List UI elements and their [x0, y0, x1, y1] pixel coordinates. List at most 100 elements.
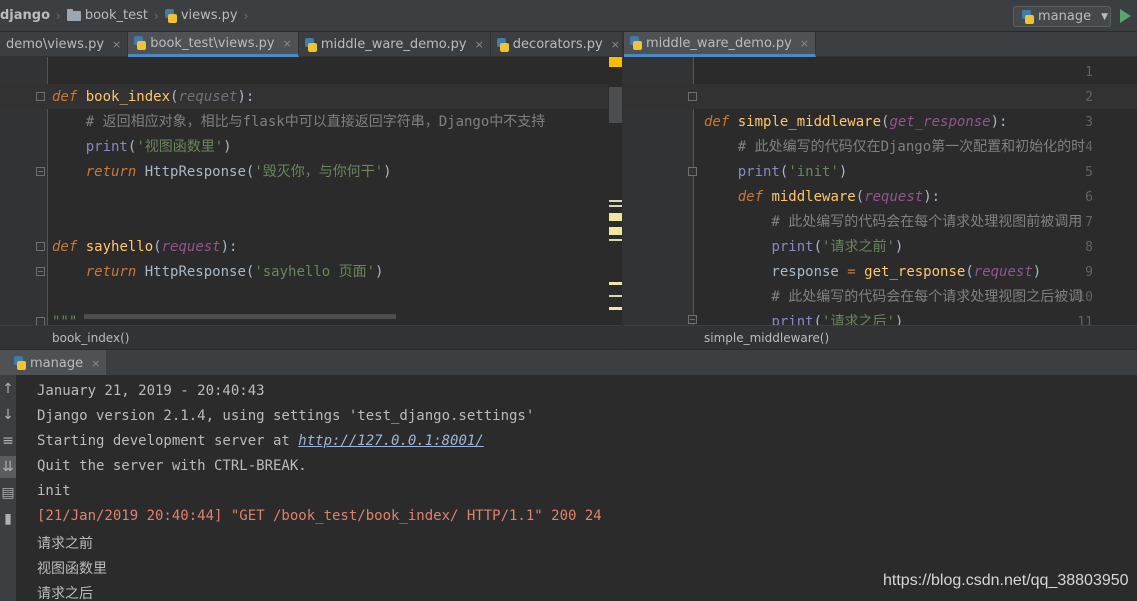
breadcrumb-function[interactable]: book_index() — [52, 331, 129, 345]
tab-label: demo\views.py — [6, 37, 105, 52]
console-text: 视图函数里 — [37, 561, 107, 577]
marker — [609, 200, 622, 202]
code-token: def — [52, 89, 78, 105]
code-line[interactable]: # 此处编写的代码仅在Django第一次配置和初始化的时 — [704, 137, 1085, 157]
breadcrumb-function[interactable]: simple_middleware() — [704, 331, 829, 345]
fold-icon[interactable] — [36, 317, 45, 325]
code-token: HttpResponse( — [136, 264, 255, 280]
editor-tab[interactable]: middle_ware_demo.py × — [299, 32, 491, 57]
code-token: middleware — [771, 189, 856, 205]
code-token: """ — [52, 314, 78, 325]
soft-wrap-icon[interactable]: ≡ — [0, 430, 16, 452]
code-token: HttpResponse( — [136, 164, 255, 180]
run-icon[interactable] — [1120, 9, 1131, 23]
trash-icon[interactable]: ▮ — [0, 508, 16, 530]
console-line: Quit the server with CTRL-BREAK. — [37, 458, 307, 474]
breadcrumb-file[interactable]: views.py — [161, 0, 242, 32]
close-icon[interactable]: × — [91, 357, 100, 370]
fold-icon[interactable] — [688, 315, 697, 324]
console-line: Starting development server at http://12… — [37, 433, 484, 449]
code-token: ( — [855, 189, 865, 205]
fold-icon[interactable] — [36, 267, 45, 276]
python-file-icon — [304, 37, 317, 52]
code-token: ) — [894, 239, 904, 255]
code-token: '毁灭你，与你何干' — [254, 164, 384, 180]
fold-icon[interactable] — [688, 167, 697, 176]
editor-breadcrumb-right[interactable]: simple_middleware() — [624, 325, 1137, 349]
code-line[interactable]: return HttpResponse('毁灭你，与你何干') — [52, 162, 392, 182]
run-tab-manage[interactable]: manage × — [0, 350, 106, 376]
fold-icon[interactable] — [36, 167, 45, 176]
code-line[interactable]: def sayhello(request): — [52, 237, 237, 257]
marker — [609, 307, 622, 310]
code-line[interactable]: print('init') — [704, 162, 848, 182]
editor-tabs-right: middle_ware_demo.py × — [624, 32, 1137, 57]
code-line[interactable]: # 此处编写的代码会在每个请求处理视图前被调用 — [704, 212, 1082, 232]
code-line[interactable]: """ — [52, 312, 77, 325]
breadcrumb-project[interactable]: django — [0, 0, 54, 32]
code-token: book_index — [85, 89, 171, 105]
code-token: def — [52, 239, 78, 255]
line-number: 2 — [1085, 90, 1093, 105]
code-line[interactable]: print('请求之前') — [704, 237, 903, 257]
editor-right[interactable]: 1 2 3 4 5 6 7 8 9 10 11 def simple_middleware(get_… — [624, 57, 1137, 325]
run-configuration-dropdown[interactable]: manage ▼ — [1013, 6, 1111, 27]
console-line: Django version 2.1.4, using settings 'te… — [37, 408, 534, 424]
breadcrumb-folder[interactable]: book_test — [63, 0, 152, 32]
code-token: ) — [1032, 264, 1042, 280]
close-icon[interactable]: × — [475, 38, 484, 51]
console-link[interactable]: http://127.0.0.1:8001/ — [298, 433, 483, 449]
code-line[interactable]: def book_index(requset): — [52, 87, 254, 107]
close-icon[interactable]: × — [112, 38, 121, 51]
code-line[interactable]: response = get_response(request) — [704, 262, 1041, 282]
line-number: 3 — [1085, 115, 1093, 130]
editor-tab[interactable]: middle_ware_demo.py × — [624, 32, 816, 57]
close-icon[interactable]: × — [283, 37, 292, 50]
code-line[interactable]: print('视图函数里') — [52, 137, 232, 157]
code-token: '视图函数里' — [136, 139, 224, 155]
code-token: # 此处编写的代码会在每个请求处理视图前被调用 — [704, 214, 1083, 230]
code-line[interactable]: # 此处编写的代码会在每个请求处理视图之后被调 — [704, 287, 1082, 307]
warning-marker[interactable] — [609, 57, 622, 67]
fold-icon[interactable] — [36, 92, 45, 101]
console-output[interactable]: January 21, 2019 - 20:40:43 Django versio… — [16, 375, 1137, 601]
marker — [609, 205, 622, 207]
close-icon[interactable]: × — [611, 38, 620, 51]
fold-icon[interactable] — [688, 92, 697, 101]
code-token: def — [737, 189, 764, 205]
editor-left[interactable]: def book_index(requset): # 返回相应对象，相比与fla… — [0, 57, 608, 325]
marker — [609, 213, 622, 221]
code-token: simple_middleware — [737, 114, 882, 130]
watermark: https://blog.csdn.net/qq_38803950 — [883, 572, 1129, 589]
editor-tab[interactable]: book_test\views.py × — [128, 32, 299, 57]
marker — [609, 282, 622, 285]
scrollbar[interactable] — [84, 314, 396, 319]
code-token: get_response — [889, 114, 991, 130]
line-number: 8 — [1085, 240, 1093, 255]
folder-icon — [66, 8, 81, 21]
editor-tab[interactable]: demo\views.py × — [0, 32, 129, 57]
print-icon[interactable]: ▤ — [0, 482, 16, 504]
scroll-to-end-icon[interactable]: ⇊ — [0, 456, 16, 478]
arrow-down-icon[interactable]: ↓ — [0, 404, 16, 426]
code-token: print — [737, 164, 780, 180]
marker — [609, 239, 622, 241]
error-stripe[interactable] — [608, 57, 622, 325]
code-token: ): — [220, 239, 238, 255]
editor-breadcrumb-left[interactable]: book_index() — [0, 325, 622, 349]
code-line[interactable]: def simple_middleware(get_response): — [704, 112, 1007, 132]
code-line[interactable]: def middleware(request): — [704, 187, 940, 207]
arrow-up-icon[interactable]: ↑ — [0, 378, 16, 400]
code-token: ): — [237, 89, 255, 105]
close-icon[interactable]: × — [800, 37, 809, 50]
code-line[interactable]: print('请求之后') — [704, 312, 903, 325]
fold-icon[interactable] — [36, 242, 45, 251]
code-token: ) — [375, 264, 384, 280]
editor-tab[interactable]: decorators.py × — [491, 32, 627, 57]
code-line[interactable]: return HttpResponse('sayhello 页面') — [52, 262, 384, 282]
console-text: January 21, 2019 - 20:40:43 — [37, 383, 265, 399]
scroll-thumb[interactable] — [609, 87, 622, 123]
code-line[interactable]: # 返回相应对象，相比与flask中可以直接返回字符串，Django中不支持 — [52, 112, 546, 132]
